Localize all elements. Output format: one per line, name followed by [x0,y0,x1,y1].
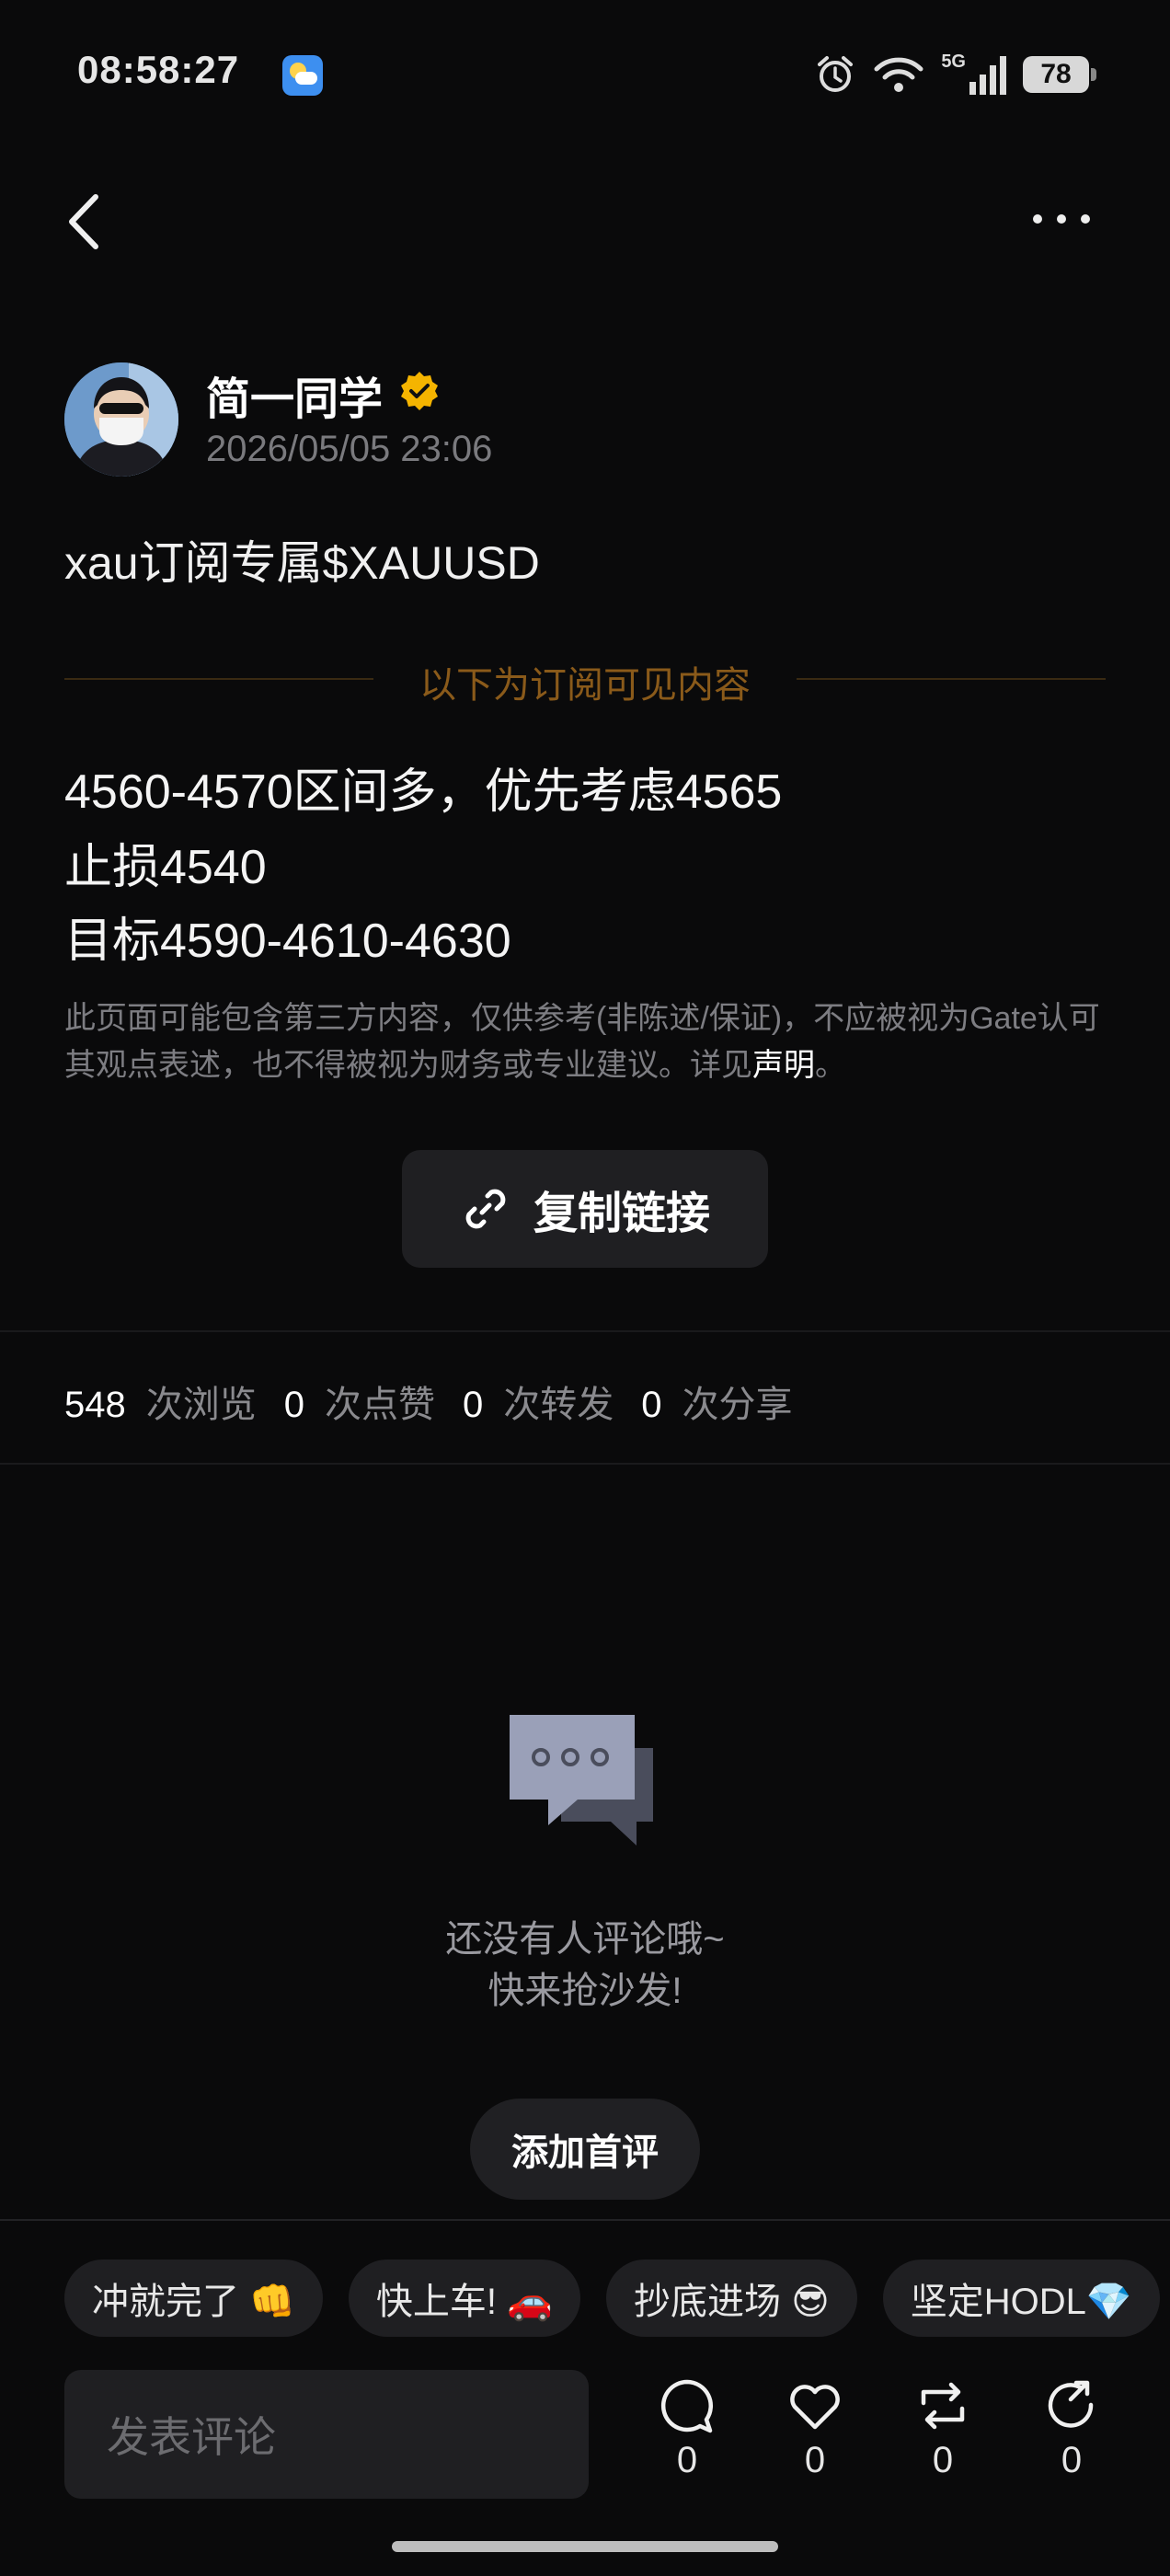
section-divider [0,1463,1170,1465]
signal-icon [969,56,1006,95]
post-line-entry: 4560-4570区间多，优先考虑4565 [64,765,783,819]
home-indicator[interactable] [392,2541,778,2552]
network-type-label: 5G [941,52,966,72]
likes-label: 次点赞 [325,1385,435,1425]
wifi-icon [874,57,923,92]
repost-action[interactable]: 0 [901,2377,984,2481]
section-divider [0,1330,1170,1332]
reposts-count: 0 [463,1385,484,1425]
likes-count: 0 [283,1385,304,1425]
disclaimer-text: 此页面可能包含第三方内容，仅供参考(非陈述/保证)，不应被视为Gate认可其观点… [64,995,1113,1089]
quick-reply-chips: 冲就完了 👊 快上车! 🚗 抄底进场 😎 坚定HODL💎 [64,2260,1160,2337]
author-name[interactable]: 简一同学 [206,362,383,427]
comment-count: 0 [676,2440,698,2480]
disclaimer-end: 。 [815,1048,846,1083]
empty-message-line1: 还没有人评论哦~ [445,1919,725,1960]
empty-comments-icon [510,1715,653,1846]
reposts-label: 次转发 [503,1385,614,1425]
post-line-stop-loss: 止损4540 [64,841,267,894]
shares-count: 0 [641,1385,662,1425]
quick-reply-chip[interactable]: 坚定HODL💎 [882,2260,1160,2337]
comment-icon [660,2379,714,2433]
share-action[interactable]: 0 [1030,2377,1113,2481]
more-options-icon[interactable] [1025,199,1098,239]
quick-reply-chip[interactable]: 冲就完了 👊 [64,2260,323,2337]
repost-icon [921,2382,965,2430]
post-timestamp: 2026/05/05 23:06 [206,429,493,469]
like-action[interactable]: 0 [774,2377,856,2481]
post-line-target: 目标4590-4610-4630 [64,914,511,968]
heart-icon [790,2385,840,2430]
empty-message-line2: 快来抢沙发! [488,1971,682,2011]
weather-app-icon [282,55,323,96]
repost-count: 0 [932,2440,954,2480]
add-first-comment-button[interactable]: 添加首评 [470,2099,700,2200]
disclaimer-body: 此页面可能包含第三方内容，仅供参考(非陈述/保证)，不应被视为Gate认可其观点… [64,1001,1100,1083]
copy-link-label: 复制链接 [533,1190,710,1238]
subscription-divider-label: 以下为订阅可见内容 [419,665,751,706]
avatar[interactable] [64,362,178,477]
back-arrow-icon[interactable] [59,190,110,254]
share-icon [1048,2380,1094,2428]
post-stats: 548 次浏览 0 次点赞 0 次转发 0 次分享 [64,1374,820,1428]
divider-line-right [797,678,1106,680]
comment-input[interactable]: 发表评论 [64,2370,589,2499]
post-title: xau订阅专属$XAUUSD [64,537,540,589]
verified-badge-icon [401,372,438,410]
comment-action[interactable]: 0 [646,2377,728,2481]
copy-link-button[interactable]: 复制链接 [402,1150,768,1268]
alarm-icon [818,56,854,92]
like-count: 0 [804,2440,826,2480]
status-icons: 5G 78 [814,52,1096,98]
share-count: 0 [1061,2440,1083,2480]
bottom-bar-divider [0,2219,1170,2221]
battery-icon: 78 [1023,56,1096,93]
link-icon [465,1189,506,1229]
disclaimer-link[interactable]: 声明 [752,1048,815,1083]
views-count: 548 [64,1385,126,1425]
shares-label: 次分享 [682,1385,793,1425]
quick-reply-chip[interactable]: 抄底进场 😎 [605,2260,857,2337]
quick-reply-chip[interactable]: 快上车! 🚗 [348,2260,580,2337]
status-time: 08:58:27 [77,48,240,91]
views-label: 次浏览 [145,1385,257,1425]
empty-comments-message: 还没有人评论哦~ 快来抢沙发! [0,1914,1170,2017]
divider-line-left [64,678,373,680]
